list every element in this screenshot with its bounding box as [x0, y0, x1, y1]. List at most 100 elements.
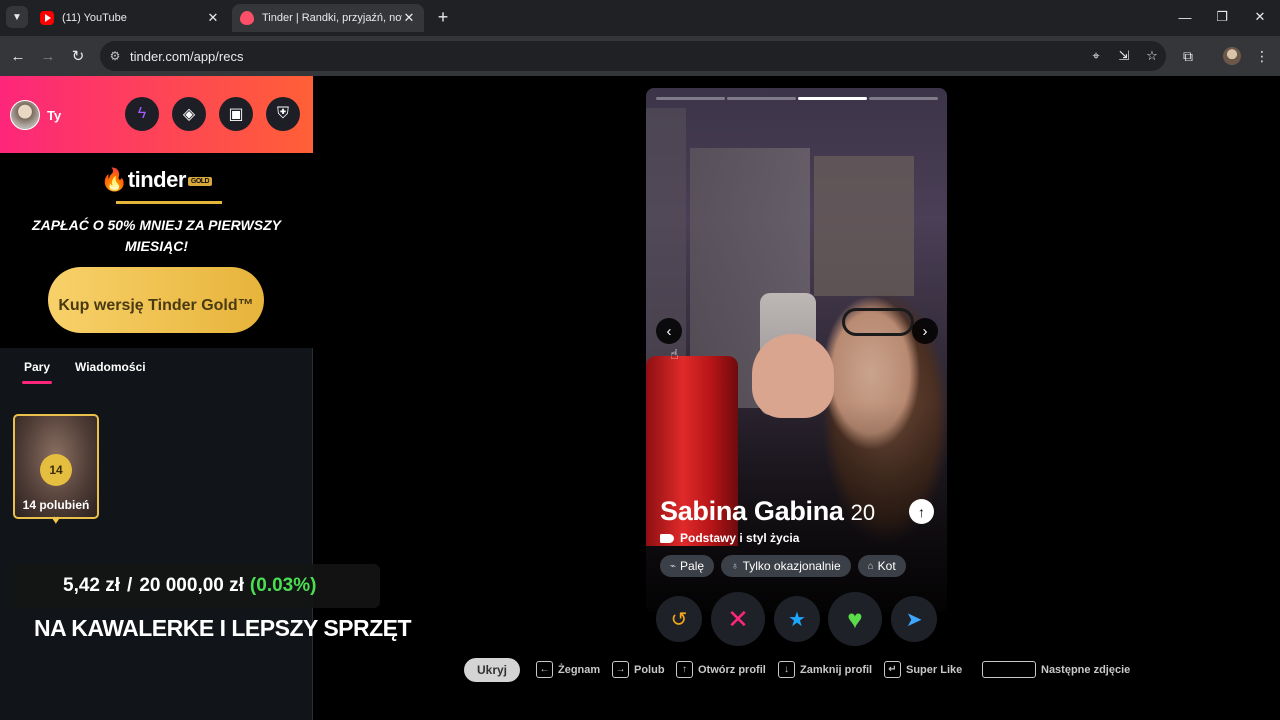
- close-icon[interactable]: ✕: [206, 10, 220, 26]
- install-app-icon[interactable]: ⇲: [1110, 48, 1138, 64]
- back-button[interactable]: ←: [6, 44, 30, 68]
- arrow-left-key-icon: ←: [536, 661, 553, 678]
- sidebar-tabs: Pary Wiadomości: [0, 348, 313, 388]
- tinder-gold-logo: 🔥tinder GOLD: [0, 167, 313, 193]
- shortcut-close-profile: ↓ Zamknij profil: [778, 661, 872, 678]
- new-tab-button[interactable]: +: [432, 6, 454, 28]
- extensions-icon[interactable]: ⧉: [1176, 44, 1200, 68]
- tag-icon: [660, 533, 674, 543]
- gold-heart-icon: ♥: [52, 512, 60, 527]
- photo-shape: [814, 156, 914, 296]
- donation-separator: /: [127, 575, 133, 596]
- cat-icon: ⌂: [867, 560, 874, 572]
- logo-text: tinder: [127, 167, 187, 192]
- heart-icon: ♥: [847, 603, 863, 634]
- cigarette-icon: ⌁: [670, 560, 677, 572]
- close-icon[interactable]: ✕: [402, 10, 416, 26]
- donation-percent: (0.03%): [249, 575, 317, 596]
- photo-progress-segment[interactable]: [869, 97, 938, 100]
- boost-bolt-icon[interactable]: ϟ: [125, 97, 159, 131]
- photo-progress-segment[interactable]: [656, 97, 725, 100]
- tab-youtube[interactable]: (11) YouTube ✕: [32, 4, 228, 32]
- tab-messages[interactable]: Wiadomości: [75, 360, 146, 374]
- tab-tinder[interactable]: Tinder | Randki, przyjaźń, nowe ✕: [232, 4, 424, 32]
- shortcut-label: Polub: [634, 663, 665, 676]
- chip-label: Palę: [680, 559, 705, 573]
- glass-icon: ♁: [731, 560, 739, 572]
- logo-underline: [116, 201, 222, 204]
- flame-icon: 🔥: [100, 167, 128, 192]
- avatar: [10, 100, 40, 130]
- bookmark-star-icon[interactable]: ☆: [1138, 48, 1166, 64]
- minimize-button[interactable]: —: [1170, 4, 1200, 30]
- profile-name-row: Sabina Gabina 20: [660, 496, 875, 527]
- paper-plane-icon: ➤: [905, 608, 923, 631]
- tab-title: (11) YouTube: [62, 12, 127, 24]
- arrow-right-key-icon: →: [612, 661, 629, 678]
- explore-compass-icon[interactable]: ◈: [172, 97, 206, 131]
- tab-search-dropdown[interactable]: ▼: [6, 6, 28, 28]
- site-info-icon[interactable]: ⚙: [100, 49, 130, 63]
- likes-count-badge: 14: [40, 454, 72, 486]
- hide-shortcuts-button[interactable]: Ukryj: [464, 658, 520, 682]
- briefcase-icon[interactable]: ▣: [219, 97, 253, 131]
- shield-icon[interactable]: ⛨: [266, 97, 300, 131]
- shortcut-label: Otwórz profil: [698, 663, 766, 676]
- enter-key-icon: ↵: [884, 661, 901, 678]
- my-profile-link[interactable]: Ty: [10, 100, 61, 130]
- superlike-button[interactable]: ★: [774, 596, 820, 642]
- gold-badge: GOLD: [187, 176, 213, 186]
- shortcut-label: Żegnam: [558, 663, 601, 676]
- location-icon[interactable]: ⌖: [1082, 48, 1110, 64]
- shortcut-label: Następne zdjęcie: [1041, 663, 1131, 676]
- buy-gold-button[interactable]: Kup wersję Tinder Gold™: [48, 267, 264, 333]
- photo-progress-segment[interactable]: [798, 97, 867, 100]
- browser-tab-bar: ▼ (11) YouTube ✕ Tinder | Randki, przyja…: [0, 0, 1280, 36]
- like-button[interactable]: ♥: [828, 592, 882, 646]
- chip-label: Kot: [877, 559, 896, 573]
- browser-toolbar: ← → ↻ ⚙ tinder.com/app/recs ⌖ ⇲ ☆ ⧉ ⋮: [0, 36, 1280, 76]
- url-text[interactable]: tinder.com/app/recs: [130, 49, 1082, 64]
- tab-title: Tinder | Randki, przyjaźń, nowe: [262, 12, 402, 24]
- donation-current: 5,42 zł: [63, 575, 121, 596]
- mouse-cursor-icon: ☝: [670, 346, 679, 362]
- photo-shape: [842, 308, 914, 336]
- photo-shape: [752, 334, 834, 418]
- shortcut-nope: ← Żegnam: [536, 661, 600, 678]
- reload-button[interactable]: ↻: [66, 44, 90, 68]
- profile-avatar[interactable]: [1220, 44, 1244, 68]
- youtube-icon: [40, 11, 54, 25]
- open-profile-button[interactable]: ↑: [909, 499, 934, 524]
- user-name: Ty: [47, 107, 62, 123]
- boost-button[interactable]: ➤: [891, 596, 937, 642]
- forward-button[interactable]: →: [36, 44, 60, 68]
- donation-goal-amount: 20 000,00 zł: [139, 575, 244, 596]
- arrow-up-key-icon: ↑: [676, 661, 693, 678]
- profile-section: Podstawy i styl życia: [660, 531, 799, 545]
- next-photo-button[interactable]: ›: [912, 318, 938, 344]
- donation-goal: 5,42 zł / 20 000,00 zł (0.03%): [10, 564, 380, 608]
- lifestyle-chips: ⌁ Palę ♁ Tylko okazjonalnie ⌂ Kot: [660, 555, 906, 577]
- chip-label: Tylko okazjonalnie: [742, 559, 841, 573]
- profile-age: 20: [850, 500, 876, 525]
- rewind-icon: ↺: [670, 608, 688, 631]
- chip-smoking: ⌁ Palę: [660, 555, 715, 577]
- likes-you-card[interactable]: 14 14 polubień ♥: [13, 414, 99, 527]
- chip-drinking: ♁ Tylko okazjonalnie: [721, 555, 851, 577]
- stream-banner: NA KAWALERKE I LEPSZY SPRZĘT: [34, 615, 412, 641]
- rewind-button[interactable]: ↺: [656, 596, 702, 642]
- menu-icon[interactable]: ⋮: [1250, 44, 1274, 68]
- shortcut-like: → Polub: [612, 661, 665, 678]
- arrow-down-key-icon: ↓: [778, 661, 795, 678]
- sidebar-header: Ty ϟ ◈ ▣ ⛨: [0, 76, 313, 153]
- restore-button[interactable]: ❐: [1207, 4, 1237, 30]
- avatar: [1223, 47, 1241, 65]
- nope-button[interactable]: ✕: [711, 592, 765, 646]
- address-bar[interactable]: ⚙ tinder.com/app/recs ⌖ ⇲ ☆: [100, 41, 1166, 71]
- tab-matches[interactable]: Pary: [21, 360, 53, 384]
- close-window-button[interactable]: ✕: [1245, 4, 1275, 30]
- shortcut-superlike: ↵ Super Like: [884, 661, 962, 678]
- gold-promo: 🔥tinder GOLD ZAPŁAĆ O 50% MNIEJ ZA PIERWS…: [0, 153, 313, 348]
- photo-progress-segment[interactable]: [727, 97, 796, 100]
- prev-photo-button[interactable]: ‹: [656, 318, 682, 344]
